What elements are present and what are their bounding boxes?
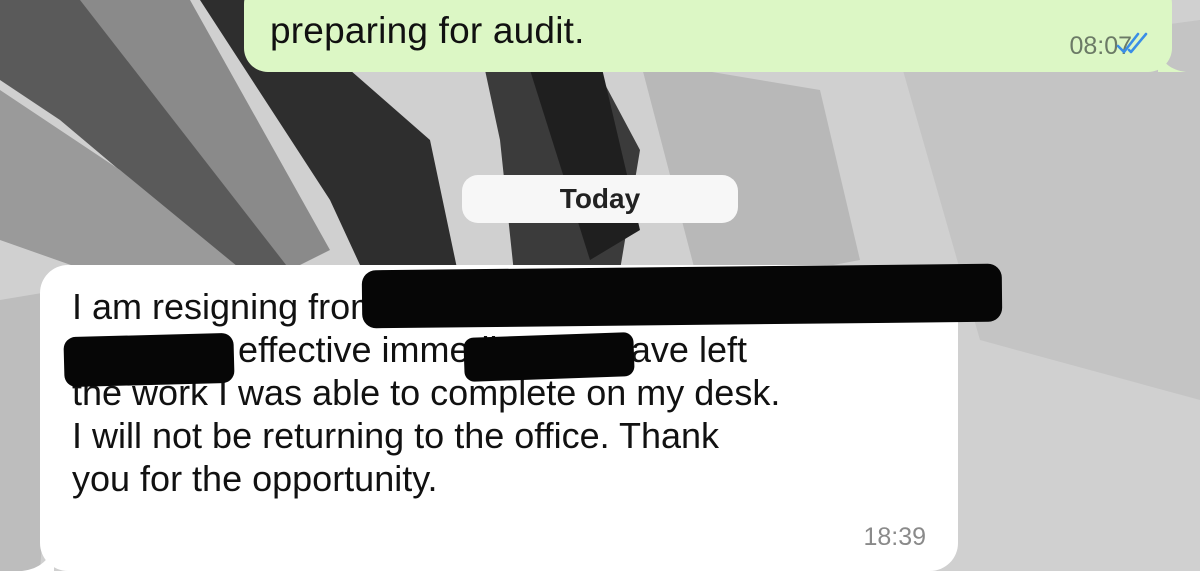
redaction-bar [361, 263, 1003, 329]
redaction-bar [63, 332, 235, 388]
date-separator-label: Today [559, 183, 641, 214]
date-separator: Today [462, 175, 738, 223]
incoming-message-time: 18:39 [863, 523, 926, 551]
outgoing-bubble-tail [1158, 50, 1186, 72]
message-line: you for the opportunity. [72, 458, 438, 499]
redaction-bar [463, 332, 635, 382]
outgoing-message-bubble[interactable]: preparing for audit. 08:07 [244, 0, 1186, 72]
double-check-read-icon [1116, 32, 1148, 54]
incoming-message-bubble[interactable]: I am resigning from Assistant, effective… [22, 263, 1003, 571]
outgoing-message-text: preparing for audit. [270, 10, 585, 51]
incoming-bubble-tail [22, 545, 54, 571]
message-line: I will not be returning to the office. T… [72, 415, 720, 456]
